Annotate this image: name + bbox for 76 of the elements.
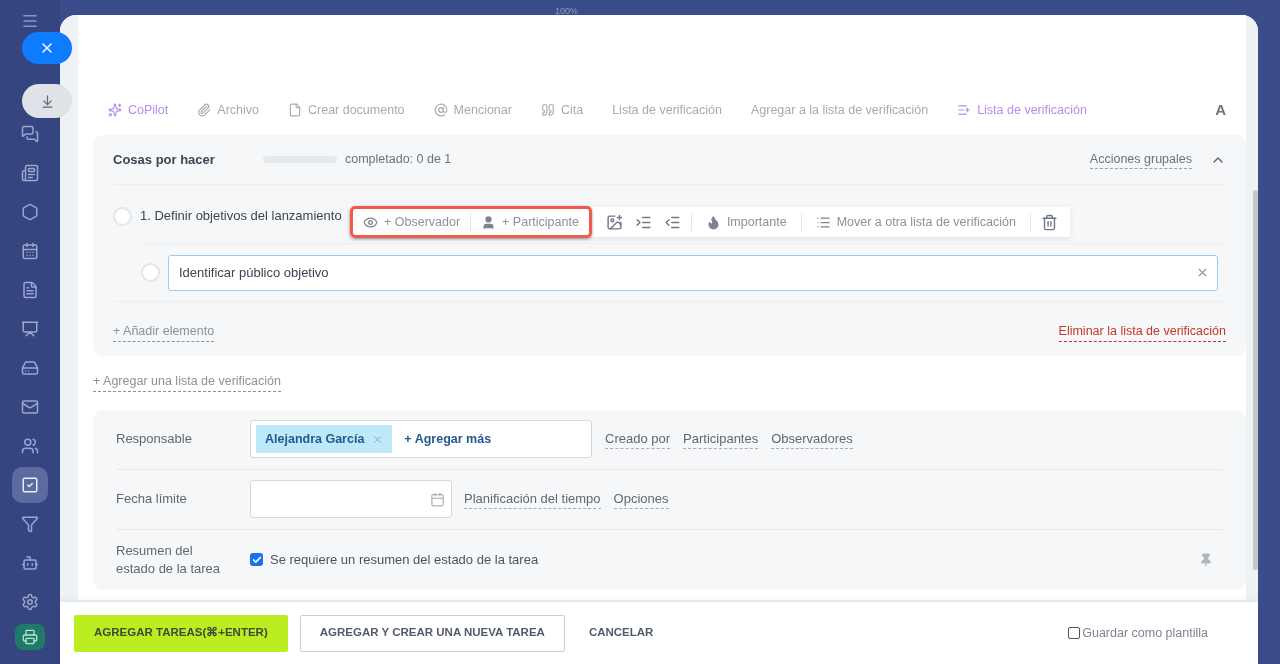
settings-icon	[21, 593, 39, 611]
progress-text: completado: 0 de 1	[345, 151, 452, 169]
close-button[interactable]	[22, 32, 72, 64]
minimize-button[interactable]	[22, 84, 72, 118]
document-icon	[288, 103, 302, 117]
field-label: Resumen del estado de la tarea	[116, 541, 222, 578]
menu-icon[interactable]	[21, 12, 39, 30]
text-format-button[interactable]: A	[1215, 98, 1226, 122]
at-sign-icon	[433, 103, 448, 117]
date-field[interactable]	[250, 480, 452, 518]
role-link[interactable]: Participantes	[683, 428, 759, 450]
checklist-item-text: 1. Definir objetivos del lanzamiento	[140, 207, 342, 226]
scrollbar[interactable]	[1253, 190, 1258, 570]
field-label: Fecha límite	[116, 490, 188, 509]
editor-toolbar-button[interactable]: Lista de verificación	[612, 100, 722, 120]
important-button[interactable]: Importante	[695, 212, 797, 232]
calendar-icon	[21, 242, 39, 260]
editor-toolbar-button[interactable]: Archivo	[197, 100, 259, 120]
add-and-create-button[interactable]: AGREGAR Y CREAR UNA NUEVA TAREA	[299, 614, 565, 652]
cancel-button[interactable]: CANCELAR	[576, 614, 666, 652]
drive-icon	[21, 359, 39, 377]
add-more-link[interactable]: + Agregar más	[404, 429, 492, 449]
check-icon	[251, 554, 262, 565]
editor-toolbar-button[interactable]: Lista de verificación	[957, 100, 1087, 120]
move-button[interactable]: Mover a otra lista de verificación	[805, 212, 1026, 232]
group-actions-link[interactable]: Acciones grupales	[1089, 149, 1192, 170]
field-label: Responsable	[116, 430, 193, 449]
paperclip-icon	[197, 103, 212, 117]
save-template-checkbox[interactable]: Guardar como plantilla	[1068, 623, 1208, 643]
item-input-field[interactable]: Identificar público objetivo	[168, 254, 1218, 291]
document-icon	[21, 281, 39, 299]
list-icon	[815, 214, 831, 230]
checkbox-label: Se requiere un resumen del estado de la tarea	[270, 550, 539, 569]
image-attach-icon	[605, 213, 623, 231]
checkbox[interactable]	[1068, 627, 1081, 639]
delete-checklist-link[interactable]: Eliminar la lista de verificación	[1058, 322, 1226, 342]
responsible-field[interactable]: Alejandra García + Agregar más	[250, 420, 592, 458]
newspaper-icon	[21, 164, 39, 182]
editor-toolbar-button[interactable]: CoPilot	[108, 100, 169, 120]
summary-checkbox[interactable]	[250, 553, 263, 566]
editor-toolbar-button[interactable]: Mencionar	[433, 100, 512, 120]
role-link[interactable]: Observadores	[771, 428, 853, 450]
person-icon	[481, 214, 497, 230]
presentation-icon	[21, 320, 39, 338]
funnel-icon	[21, 515, 39, 533]
editor-toolbar-button[interactable]: Agregar a la lista de verificación	[750, 100, 929, 120]
add-item-link[interactable]: + Añadir elemento	[113, 322, 215, 342]
role-link[interactable]: Creado por	[605, 428, 671, 450]
robot-icon	[21, 554, 39, 572]
app-icon[interactable]	[15, 624, 45, 650]
participant-button[interactable]: + Participante	[471, 212, 589, 232]
checklist-title: Cosas por hacer	[113, 150, 216, 169]
zoom-label: 100%	[555, 5, 579, 18]
people-icon	[21, 437, 39, 455]
deadline-link[interactable]: Planificación del tiempo	[464, 488, 601, 510]
sidebar-item[interactable]	[12, 467, 48, 503]
trash-icon	[1040, 213, 1058, 231]
flame-icon	[705, 214, 721, 230]
add-tasks-button[interactable]: AGREGAR TAREAS(⌘+ENTER)	[74, 614, 288, 652]
add-checklist-link[interactable]: + Agregar una lista de verificación	[93, 371, 281, 392]
eye-icon	[363, 214, 378, 230]
observer-button[interactable]: + Observador	[353, 212, 471, 232]
sparkle-icon	[108, 103, 122, 117]
list-add-icon	[957, 103, 972, 117]
quote-icon	[540, 103, 555, 117]
calendar-icon	[430, 491, 445, 507]
checkbox-icon	[21, 476, 39, 494]
mail-icon	[21, 398, 39, 416]
person-tag[interactable]: Alejandra García	[256, 425, 393, 453]
chat-icon	[21, 125, 39, 143]
clear-icon[interactable]	[1196, 266, 1209, 279]
editor-toolbar-button[interactable]: Crear documento	[288, 100, 405, 120]
hexagon-icon	[21, 203, 39, 221]
editor-toolbar-button[interactable]: Cita	[540, 100, 584, 120]
printer-icon	[22, 629, 38, 645]
deadline-link[interactable]: Opciones	[613, 488, 669, 510]
